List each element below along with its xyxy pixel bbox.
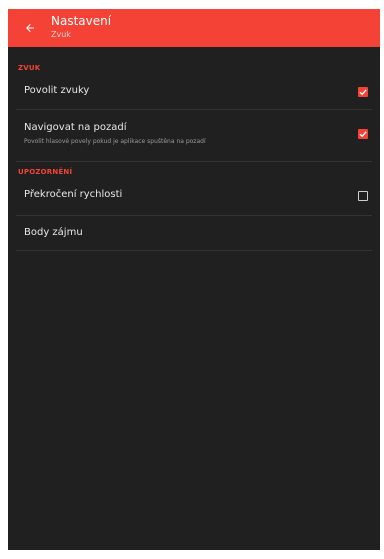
arrow-back-icon — [26, 24, 34, 32]
divider — [16, 109, 372, 110]
setting-summary: Povolit hlasové povely pokud je aplikace… — [24, 138, 206, 145]
section-header-alerts: UPOZORNĚNÍ — [18, 168, 73, 176]
back-button[interactable] — [20, 18, 40, 38]
enable-sounds-checkbox[interactable] — [358, 87, 368, 97]
settings-screen: Nastavení Zvuk ZVUK Povolit zvuky Navigo… — [8, 9, 380, 550]
setting-background-navigation[interactable]: Navigovat na pozadí Povolit hlasové pove… — [8, 114, 380, 164]
divider — [16, 250, 372, 251]
setting-title: Navigovat na pozadí — [24, 122, 127, 133]
setting-title: Překročení rychlosti — [24, 189, 123, 200]
setting-points-of-interest[interactable]: Body zájmu — [8, 219, 380, 249]
check-icon — [359, 89, 367, 96]
divider — [16, 161, 372, 162]
page-subtitle: Zvuk — [51, 30, 71, 39]
setting-title: Povolit zvuky — [24, 85, 90, 96]
app-bar: Nastavení Zvuk — [8, 9, 380, 47]
setting-title: Body zájmu — [24, 227, 83, 238]
setting-enable-sounds[interactable]: Povolit zvuky — [8, 79, 380, 113]
section-header-sound: ZVUK — [18, 64, 41, 72]
background-navigation-checkbox[interactable] — [358, 129, 368, 139]
check-icon — [359, 131, 367, 138]
divider — [16, 215, 372, 216]
speed-limit-checkbox[interactable] — [358, 191, 368, 201]
setting-speed-limit[interactable]: Překročení rychlosti — [8, 183, 380, 213]
page-title: Nastavení — [51, 14, 112, 28]
